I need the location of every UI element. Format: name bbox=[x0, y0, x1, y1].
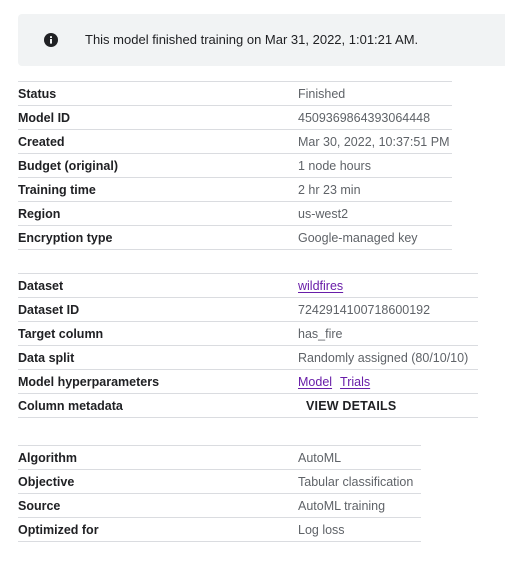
region-value: us-west2 bbox=[298, 207, 349, 221]
target-column-value: has_fire bbox=[298, 327, 343, 341]
encryption-value: Google-managed key bbox=[298, 231, 418, 245]
column-metadata-label: Column metadata bbox=[18, 399, 123, 413]
training-time-label: Training time bbox=[18, 183, 96, 197]
detail-row-status: Status Finished bbox=[18, 82, 452, 106]
model-details-section: Status Finished Model ID 450936986439306… bbox=[18, 81, 452, 250]
status-value: Finished bbox=[298, 87, 346, 101]
created-value: Mar 30, 2022, 10:37:51 PM bbox=[298, 135, 450, 149]
detail-row-encryption: Encryption type Google-managed key bbox=[18, 226, 452, 250]
budget-value: 1 node hours bbox=[298, 159, 371, 173]
objective-label: Objective bbox=[18, 475, 75, 489]
model-link[interactable]: Model bbox=[298, 375, 332, 389]
dataset-section: Dataset wildfires Dataset ID 72429141007… bbox=[18, 273, 478, 418]
encryption-label: Encryption type bbox=[18, 231, 113, 245]
status-label: Status bbox=[18, 87, 57, 101]
detail-row-model-id: Model ID 4509369864393064448 bbox=[18, 106, 452, 130]
detail-row-optimized-for: Optimized for Log loss bbox=[18, 518, 421, 542]
detail-row-dataset-id: Dataset ID 7242914100718600192 bbox=[18, 298, 478, 322]
detail-row-training-time: Training time 2 hr 23 min bbox=[18, 178, 452, 202]
source-value: AutoML training bbox=[298, 499, 386, 513]
detail-row-target-column: Target column has_fire bbox=[18, 322, 478, 346]
hyperparameters-label: Model hyperparameters bbox=[18, 375, 160, 389]
training-time-value: 2 hr 23 min bbox=[298, 183, 361, 197]
trials-link[interactable]: Trials bbox=[340, 375, 370, 389]
algorithm-value: AutoML bbox=[298, 451, 342, 465]
budget-label: Budget (original) bbox=[18, 159, 118, 173]
detail-row-hyperparameters: Model hyperparameters Model Trials bbox=[18, 370, 478, 394]
dataset-id-label: Dataset ID bbox=[18, 303, 80, 317]
detail-row-column-metadata: Column metadata VIEW DETAILS bbox=[18, 394, 478, 418]
optimized-for-label: Optimized for bbox=[18, 523, 99, 537]
banner-message: This model finished training on Mar 31, … bbox=[85, 32, 419, 47]
objective-value: Tabular classification bbox=[298, 475, 414, 489]
model-id-label: Model ID bbox=[18, 111, 71, 125]
data-split-label: Data split bbox=[18, 351, 75, 365]
algorithm-label: Algorithm bbox=[18, 451, 78, 465]
info-icon bbox=[44, 33, 58, 47]
source-label: Source bbox=[18, 499, 61, 513]
model-id-value: 4509369864393064448 bbox=[298, 111, 431, 125]
detail-row-algorithm: Algorithm AutoML bbox=[18, 446, 421, 470]
detail-row-data-split: Data split Randomly assigned (80/10/10) bbox=[18, 346, 478, 370]
detail-row-region: Region us-west2 bbox=[18, 202, 452, 226]
region-label: Region bbox=[18, 207, 61, 221]
data-split-value: Randomly assigned (80/10/10) bbox=[298, 351, 469, 365]
target-column-label: Target column bbox=[18, 327, 104, 341]
dataset-link[interactable]: wildfires bbox=[298, 279, 343, 293]
info-banner: This model finished training on Mar 31, … bbox=[18, 14, 505, 66]
detail-row-source: Source AutoML training bbox=[18, 494, 421, 518]
view-details-button[interactable]: VIEW DETAILS bbox=[306, 395, 396, 417]
detail-row-budget: Budget (original) 1 node hours bbox=[18, 154, 452, 178]
created-label: Created bbox=[18, 135, 65, 149]
detail-row-dataset: Dataset wildfires bbox=[18, 274, 478, 298]
detail-row-created: Created Mar 30, 2022, 10:37:51 PM bbox=[18, 130, 452, 154]
hyperparameters-links: Model Trials bbox=[298, 375, 370, 389]
algorithm-section: Algorithm AutoML Objective Tabular class… bbox=[18, 445, 421, 542]
detail-row-objective: Objective Tabular classification bbox=[18, 470, 421, 494]
dataset-label: Dataset bbox=[18, 279, 64, 293]
dataset-id-value: 7242914100718600192 bbox=[298, 303, 431, 317]
optimized-for-value: Log loss bbox=[298, 523, 345, 537]
